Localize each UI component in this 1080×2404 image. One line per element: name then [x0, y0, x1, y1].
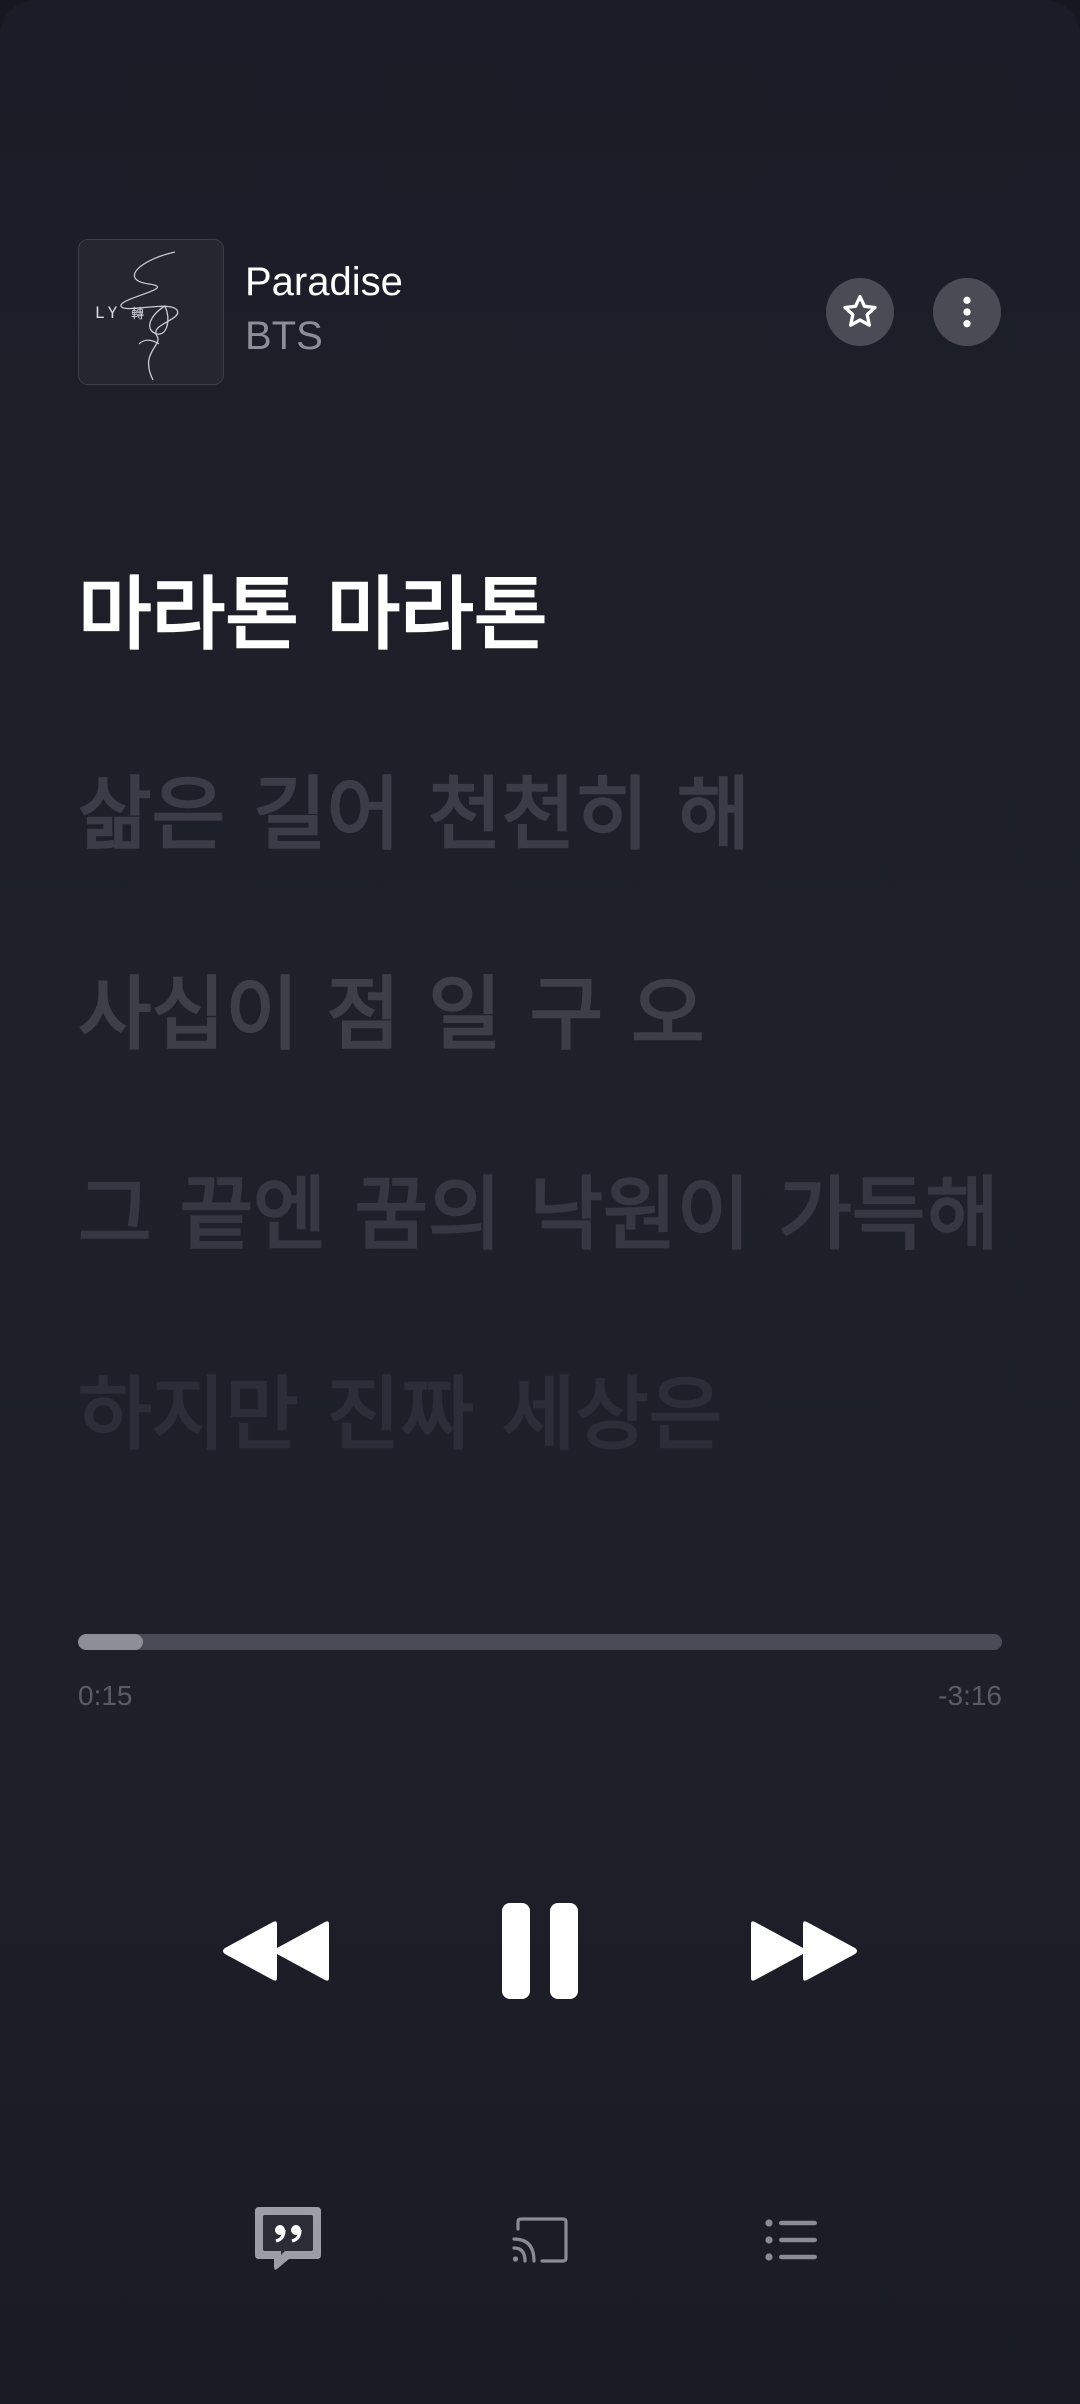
album-art-drawing: LY 轉 — [95, 251, 179, 381]
song-artist[interactable]: BTS — [245, 312, 323, 360]
cast-icon — [512, 2217, 568, 2263]
now-playing-screen: LY 轉 Paradise BTS 마라톤 마라톤 삶은 길어 천천히 해 사십… — [0, 0, 1080, 2404]
favorite-button[interactable] — [826, 278, 894, 346]
pause-button[interactable] — [490, 1896, 590, 2006]
lyric-line[interactable]: 사십이 점 일 구 오 — [78, 965, 705, 1065]
lyric-line-current[interactable]: 마라톤 마라톤 — [78, 565, 547, 665]
pause-icon — [502, 1903, 578, 1999]
vertical-dots-icon — [963, 296, 971, 328]
lyric-line[interactable]: 그 끝엔 꿈의 낙원이 가득해 — [78, 1165, 999, 1265]
lyrics-button[interactable] — [250, 2200, 326, 2276]
queue-list-icon — [765, 2219, 817, 2261]
lyric-line[interactable]: 삶은 길어 천천히 해 — [78, 765, 750, 865]
fast-forward-button[interactable] — [738, 1906, 868, 1996]
cast-button[interactable] — [500, 2205, 580, 2275]
svg-text:轉: 轉 — [131, 307, 144, 322]
lyric-line[interactable]: 하지만 진짜 세상은 — [78, 1365, 723, 1465]
svg-text:LY: LY — [95, 303, 120, 322]
elapsed-time: 0:15 — [78, 1680, 133, 1711]
queue-button[interactable] — [752, 2205, 832, 2275]
fast-forward-icon — [751, 1921, 857, 1981]
song-title: Paradise — [245, 260, 403, 304]
progress-bar[interactable] — [78, 1634, 1002, 1650]
album-art[interactable]: LY 轉 — [78, 239, 224, 385]
progress-fill — [78, 1634, 143, 1650]
remaining-time: -3:16 — [938, 1680, 1002, 1711]
rewind-button[interactable] — [212, 1906, 342, 1996]
rewind-icon — [223, 1921, 329, 1981]
lyrics-quote-icon — [255, 2207, 321, 2270]
star-outline-icon — [843, 295, 877, 327]
more-options-button[interactable] — [933, 278, 1001, 346]
